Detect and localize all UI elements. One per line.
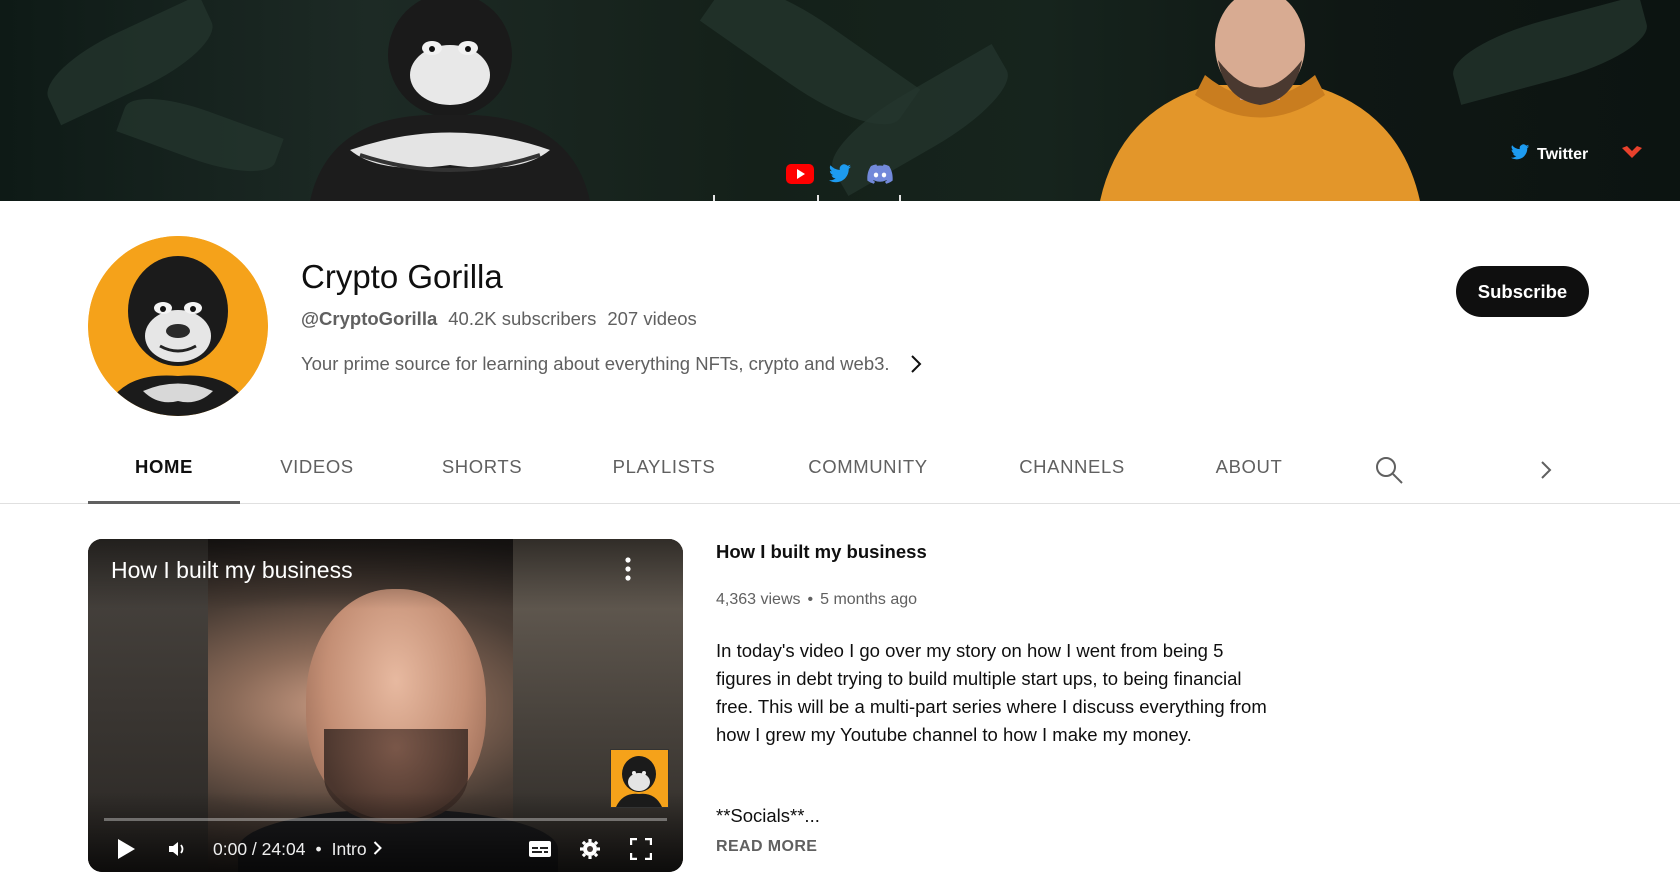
player-controls: 0:00 / 24:04 • Intro bbox=[88, 829, 683, 869]
fullscreen-icon[interactable] bbox=[630, 829, 652, 869]
tab-home[interactable]: HOME bbox=[88, 430, 240, 504]
video-stats: 4,363 views • 5 months ago bbox=[716, 591, 917, 609]
separator-dot: • bbox=[315, 838, 322, 859]
discord-icon[interactable] bbox=[865, 163, 895, 185]
channel-description[interactable]: Your prime source for learning about eve… bbox=[301, 353, 922, 375]
banner-divider bbox=[713, 195, 715, 201]
banner-link-label: Twitter bbox=[1537, 146, 1589, 163]
chapter-button[interactable]: Intro bbox=[332, 839, 382, 860]
chevron-right-icon[interactable] bbox=[1540, 460, 1552, 485]
subtitles-icon[interactable] bbox=[528, 829, 552, 869]
time-display: 0:00 / 24:04 bbox=[213, 838, 306, 859]
host-photo bbox=[1100, 0, 1420, 201]
channel-name: Crypto Gorilla bbox=[301, 258, 503, 295]
player-title[interactable]: How I built my business bbox=[111, 557, 353, 584]
twitter-icon bbox=[1510, 144, 1530, 166]
tab-playlists[interactable]: PLAYLISTS bbox=[592, 430, 736, 503]
tab-about[interactable]: ABOUT bbox=[1199, 430, 1299, 503]
player-time-group: 0:00 / 24:04 • Intro bbox=[213, 829, 382, 869]
channel-description-text: Your prime source for learning about eve… bbox=[301, 353, 890, 374]
youtube-icon[interactable] bbox=[785, 163, 815, 185]
more-vert-icon[interactable] bbox=[624, 557, 632, 586]
channel-handle: @CryptoGorilla bbox=[301, 308, 438, 329]
chevron-right-icon[interactable] bbox=[910, 355, 922, 373]
tab-videos[interactable]: VIDEOS bbox=[261, 430, 373, 503]
gorilla-avatar-icon bbox=[88, 236, 268, 416]
banner-leaf bbox=[116, 84, 284, 186]
gorilla-watermark-icon bbox=[616, 756, 662, 807]
twitter-icon[interactable] bbox=[825, 163, 855, 185]
settings-gear-icon[interactable] bbox=[579, 829, 601, 869]
search-icon[interactable] bbox=[1374, 455, 1404, 490]
channel-avatar[interactable] bbox=[88, 236, 268, 416]
video-count: 207 videos bbox=[607, 308, 697, 329]
video-player[interactable]: How I built my business 0:00 / 24:04 • I… bbox=[88, 539, 683, 872]
subscriber-count: 40.2K subscribers bbox=[448, 308, 597, 329]
chevron-right-icon bbox=[373, 839, 382, 860]
banner-divider bbox=[817, 195, 819, 201]
upload-age: 5 months ago bbox=[820, 591, 918, 608]
channel-tabs: HOME VIDEOS SHORTS PLAYLISTS COMMUNITY C… bbox=[0, 430, 1680, 504]
chapter-label: Intro bbox=[331, 838, 367, 859]
subscribe-button[interactable]: Subscribe bbox=[1456, 266, 1589, 317]
tab-shorts[interactable]: SHORTS bbox=[423, 430, 541, 503]
banner-leaf bbox=[1445, 0, 1655, 105]
video-description-socials: **Socials**... bbox=[716, 805, 820, 826]
tab-community[interactable]: COMMUNITY bbox=[790, 430, 946, 503]
channel-banner: Twitter bbox=[0, 0, 1680, 201]
heart-icon[interactable] bbox=[1620, 146, 1644, 165]
banner-twitter-link[interactable]: Twitter bbox=[1510, 144, 1588, 166]
video-title-link[interactable]: How I built my business bbox=[716, 541, 927, 563]
video-description: In today's video I go over my story on h… bbox=[716, 637, 1276, 749]
gorilla-illustration bbox=[310, 0, 590, 201]
video-description-text: In today's video I go over my story on h… bbox=[716, 640, 1267, 745]
channel-meta: @CryptoGorilla 40.2K subscribers 207 vid… bbox=[301, 308, 697, 330]
view-count: 4,363 views bbox=[716, 591, 801, 608]
banner-social-icons bbox=[785, 163, 895, 185]
tab-channels[interactable]: CHANNELS bbox=[998, 430, 1146, 503]
banner-divider bbox=[899, 195, 901, 201]
progress-bar[interactable] bbox=[104, 818, 667, 821]
channel-watermark[interactable] bbox=[610, 749, 669, 808]
separator-dot: • bbox=[807, 591, 814, 608]
read-more-button[interactable]: READ MORE bbox=[716, 838, 817, 856]
volume-icon[interactable] bbox=[168, 829, 188, 869]
play-icon[interactable] bbox=[116, 829, 136, 869]
